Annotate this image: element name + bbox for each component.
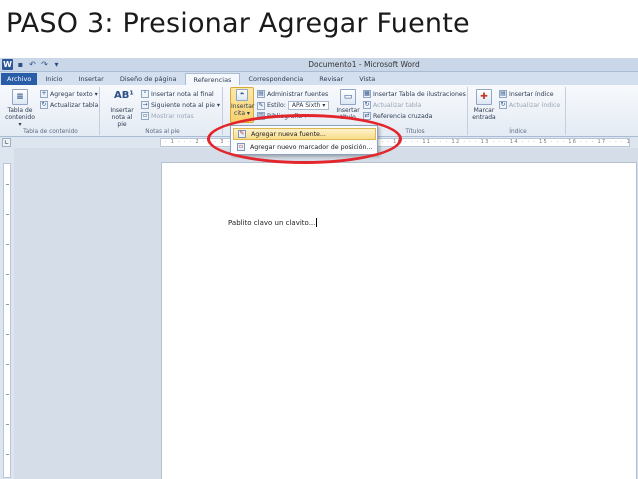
- refresh-icon: ↻: [363, 101, 371, 109]
- estilo-label: Estilo:: [267, 102, 286, 109]
- document-text-content: Pablito clavo un clavito...: [228, 219, 316, 227]
- table-of-figures-icon: ▦: [363, 90, 371, 98]
- actualizar-tabla-titulos-button[interactable]: ↻ Actualizar tabla: [363, 101, 421, 109]
- add-text-icon: +: [40, 90, 48, 98]
- tab-inicio[interactable]: Inicio: [37, 73, 70, 85]
- document-area: Pablito clavo un clavito...: [14, 148, 638, 479]
- marcar-entrada-line1: Marcar: [473, 107, 495, 114]
- marcar-entrada-button[interactable]: ✚ Marcar entrada: [471, 89, 497, 121]
- estilo-dropdown[interactable]: APA Sixth ▾: [287, 101, 330, 110]
- tabla-de-contenido-line1: Tabla de: [7, 107, 33, 114]
- refresh-icon: ↻: [40, 101, 48, 109]
- actualizar-tabla-label: Actualizar tabla: [50, 101, 99, 109]
- red-highlight-ellipse: [207, 114, 402, 164]
- ruler-tick: [6, 274, 9, 275]
- siguiente-nota-label: Siguiente nota al pie ▾: [151, 101, 221, 109]
- tab-vista[interactable]: Vista: [351, 73, 383, 85]
- refresh-icon: ↻: [499, 101, 507, 109]
- ribbon-tabs: Archivo Inicio Insertar Diseño de página…: [0, 72, 638, 85]
- ruler-tick: [6, 424, 9, 425]
- window-title: Documento1 - Microsoft Word: [308, 60, 420, 69]
- ruler-tick: [6, 454, 9, 455]
- vertical-ruler[interactable]: [3, 163, 11, 478]
- actualizar-indice-button[interactable]: ↻ Actualizar índice: [499, 101, 560, 109]
- group-label-indice: Índice: [509, 129, 527, 135]
- footnote-icon: AB¹: [114, 90, 134, 101]
- tabla-de-contenido-line2: contenido ▾: [5, 114, 35, 128]
- insertar-nota-al-pie-button[interactable]: AB¹ Insertar nota al pie: [107, 89, 137, 128]
- mostrar-notas-label: Mostrar notas: [151, 112, 194, 120]
- insertar-tabla-ilustraciones-label: Insertar Tabla de ilustraciones: [373, 90, 466, 98]
- insertar-indice-button[interactable]: ▤ Insertar índice: [499, 90, 554, 98]
- insertar-nota-al-final-button[interactable]: ¹ Insertar nota al final: [141, 90, 214, 98]
- show-notes-icon: ▫: [141, 112, 149, 120]
- insert-index-icon: ▤: [499, 90, 507, 98]
- ruler-tick: [6, 214, 9, 215]
- slide-title: PASO 3: Presionar Agregar Fuente: [6, 8, 470, 39]
- group-notas-al-pie: AB¹ Insertar nota al pie ¹ Insertar nota…: [103, 87, 223, 135]
- title-bar: W ▪ ↶ ↷ ▾ Documento1 - Microsoft Word: [0, 58, 638, 72]
- mark-entry-icon: ✚: [476, 89, 492, 105]
- tab-insertar[interactable]: Insertar: [71, 73, 112, 85]
- group-indice: ✚ Marcar entrada ▤ Insertar índice ↻ Act…: [471, 87, 566, 135]
- tab-diseno-de-pagina[interactable]: Diseño de página: [112, 73, 185, 85]
- insertar-nota-line1: Insertar: [110, 107, 134, 114]
- ruler-tick: [6, 334, 9, 335]
- tab-archivo[interactable]: Archivo: [1, 73, 38, 85]
- insertar-indice-label: Insertar índice: [509, 90, 554, 98]
- insertar-tabla-ilustraciones-button[interactable]: ▦ Insertar Tabla de ilustraciones: [363, 90, 466, 98]
- referencia-cruzada-label: Referencia cruzada: [373, 112, 433, 120]
- administrar-fuentes-label: Administrar fuentes: [267, 90, 329, 98]
- actualizar-tabla-button[interactable]: ↻ Actualizar tabla: [40, 101, 98, 109]
- ruler-tick: [6, 244, 9, 245]
- manage-sources-icon: ▤: [257, 90, 265, 98]
- next-footnote-icon: →: [141, 101, 149, 109]
- tab-referencias[interactable]: Referencias: [184, 73, 241, 85]
- ruler-tick: [6, 394, 9, 395]
- actualizar-tabla-titulos-label: Actualizar tabla: [373, 101, 422, 109]
- estilo-selector[interactable]: ✎ Estilo: APA Sixth ▾: [257, 101, 330, 110]
- endnote-icon: ¹: [141, 90, 149, 98]
- document-text[interactable]: Pablito clavo un clavito...: [228, 218, 318, 227]
- mostrar-notas-button[interactable]: ▫ Mostrar notas: [141, 112, 194, 120]
- tab-selector[interactable]: ∟: [2, 138, 11, 147]
- actualizar-indice-label: Actualizar índice: [509, 101, 561, 109]
- group-label-tabla-de-contenido: Tabla de contenido: [23, 129, 78, 135]
- agregar-texto-button[interactable]: + Agregar texto ▾: [40, 90, 98, 98]
- insertar-titulo-line1: Insertar: [336, 107, 360, 114]
- insertar-nota-line2: nota al pie: [111, 114, 133, 128]
- referencia-cruzada-button[interactable]: ⇄ Referencia cruzada: [363, 112, 432, 120]
- ruler-tick: [6, 304, 9, 305]
- table-of-contents-icon: ≡: [12, 89, 28, 105]
- ruler-tick: [6, 184, 9, 185]
- marcar-entrada-line2: entrada: [472, 114, 496, 121]
- administrar-fuentes-button[interactable]: ▤ Administrar fuentes: [257, 90, 328, 98]
- tab-revisar[interactable]: Revisar: [311, 73, 351, 85]
- document-page[interactable]: Pablito clavo un clavito...: [161, 162, 637, 479]
- text-cursor: [316, 218, 318, 227]
- insert-caption-icon: ▭: [340, 89, 356, 105]
- group-label-notas-al-pie: Notas al pie: [145, 129, 180, 135]
- tab-correspondencia[interactable]: Correspondencia: [240, 73, 311, 85]
- siguiente-nota-al-pie-button[interactable]: → Siguiente nota al pie ▾: [141, 101, 220, 109]
- ruler-tick: [6, 364, 9, 365]
- insertar-nota-al-final-label: Insertar nota al final: [151, 90, 214, 98]
- agregar-texto-label: Agregar texto ▾: [50, 90, 98, 98]
- tabla-de-contenido-button[interactable]: ≡ Tabla de contenido ▾: [4, 89, 36, 128]
- group-tabla-de-contenido: ≡ Tabla de contenido ▾ + Agregar texto ▾…: [2, 87, 100, 135]
- style-icon: ✎: [257, 101, 265, 110]
